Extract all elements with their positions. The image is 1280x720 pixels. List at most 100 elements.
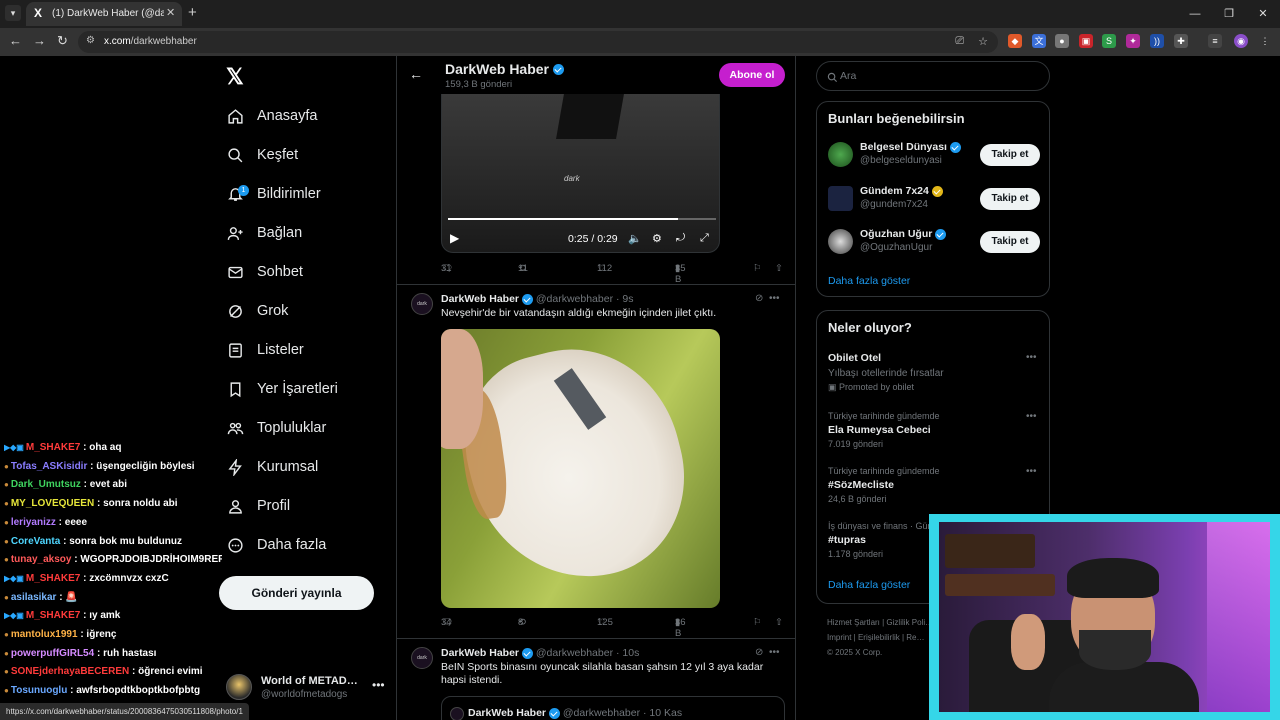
more-dots-icon[interactable]: •••: [769, 293, 780, 304]
site-info-icon[interactable]: ⚙: [86, 35, 95, 46]
video-frame-shape: [556, 94, 624, 139]
nav-messages[interactable]: Sohbet: [226, 258, 303, 286]
fullscreen-icon[interactable]: ⤢: [700, 232, 709, 245]
video-player[interactable]: dark ▶ 0:25 / 0:29 🔈 ⚙ ⤾ ⤢: [441, 94, 720, 253]
avatar[interactable]: dark: [411, 293, 433, 315]
extension-red-icon[interactable]: ▣: [1079, 34, 1093, 48]
chat-text: : iğrenç: [77, 629, 117, 640]
trend-item[interactable]: Türkiye tarihinde gündemde Ela Rumeysa C…: [828, 411, 1040, 449]
account-switcher[interactable]: World of METAD… @worldofmetadogs •••: [226, 668, 386, 708]
chat-username[interactable]: leriyanizz: [11, 517, 56, 528]
chat-username[interactable]: asilasikar: [11, 592, 57, 603]
follow-button[interactable]: Takip et: [980, 144, 1040, 166]
pip-icon[interactable]: ⤾: [676, 232, 685, 245]
install-app-icon[interactable]: ⎚: [955, 35, 964, 48]
follow-button[interactable]: Takip et: [980, 188, 1040, 210]
url-text[interactable]: x.com/darkwebhaber: [104, 36, 197, 47]
nav-notifications[interactable]: 1 Bildirimler: [226, 180, 321, 208]
avatar[interactable]: dark: [411, 647, 433, 669]
x-logo-icon[interactable]: 𝕏: [226, 64, 244, 90]
follow-suggestion[interactable]: Gündem 7x24 @gundem7x24 Takip et: [828, 182, 1040, 218]
follow-suggestion[interactable]: Oğuzhan Uğur @OguzhanUgur Takip et: [828, 225, 1040, 261]
nav-home[interactable]: Anasayfa: [226, 102, 317, 130]
extension-fox-icon[interactable]: ◆: [1008, 34, 1022, 48]
communities-icon: [226, 419, 244, 437]
video-progress-bar[interactable]: [448, 218, 716, 220]
follow-suggestion[interactable]: Belgesel Dünyası @belgeseldunyasi Takip …: [828, 138, 1040, 174]
chat-username[interactable]: MY_LOVEQUEEN: [11, 498, 94, 509]
follow-button[interactable]: Takip et: [980, 231, 1040, 253]
trend-item[interactable]: Obilet Otel Yılbaşı otellerinde fırsatla…: [828, 352, 1040, 393]
profile-icon: [226, 497, 244, 515]
nav-profile[interactable]: Profil: [226, 492, 290, 520]
chat-username[interactable]: CoreVanta: [11, 536, 60, 547]
address-bar[interactable]: ⚙ x.com/darkwebhaber ⎚ ☆: [78, 31, 998, 53]
bookmark-star-icon[interactable]: ☆: [978, 35, 988, 48]
subscribe-button[interactable]: Abone ol: [719, 63, 785, 87]
search-input[interactable]: Ara: [816, 61, 1050, 91]
tab-search-button[interactable]: ▾: [5, 5, 21, 21]
share-icon[interactable]: ⇧: [775, 617, 783, 628]
close-window-button[interactable]: ✕: [1246, 0, 1280, 28]
show-more-link[interactable]: Daha fazla göster: [828, 275, 910, 287]
restore-button[interactable]: ❐: [1212, 0, 1246, 28]
new-tab-button[interactable]: +: [188, 4, 197, 21]
chat-username[interactable]: Tosunuoglu: [11, 685, 67, 696]
extensions-puzzle-icon[interactable]: ✚: [1174, 34, 1188, 48]
chat-username[interactable]: M_SHAKE7: [26, 610, 80, 621]
chat-username[interactable]: powerpuffGIRL54: [11, 648, 94, 659]
share-icon[interactable]: ⇧: [775, 263, 783, 274]
tweet-photo[interactable]: [441, 329, 720, 608]
extension-s-icon[interactable]: S: [1102, 34, 1116, 48]
extension-pink-icon[interactable]: ✦: [1126, 34, 1140, 48]
reload-icon[interactable]: ↻: [57, 33, 68, 49]
play-icon[interactable]: ▶: [450, 231, 459, 245]
browser-tab[interactable]: X (1) DarkWeb Haber (@darkweb… ✕: [26, 2, 182, 26]
extension-audio-icon[interactable]: )): [1150, 34, 1164, 48]
nav-lists[interactable]: Listeler: [226, 336, 304, 364]
browser-menu-icon[interactable]: ⋮: [1258, 34, 1272, 48]
nav-business[interactable]: Kurumsal: [226, 453, 318, 481]
grok-icon[interactable]: ⊘: [755, 293, 763, 304]
more-dots-icon[interactable]: •••: [1026, 352, 1037, 363]
nav-communities[interactable]: Topluluklar: [226, 414, 326, 442]
back-arrow-icon[interactable]: ←: [409, 66, 423, 82]
bookmark-button[interactable]: ⚐: [753, 263, 762, 274]
extension-circle-icon[interactable]: ●: [1055, 34, 1069, 48]
chat-username[interactable]: Tofas_ASKisidir: [11, 461, 88, 472]
more-dots-icon[interactable]: •••: [372, 678, 385, 692]
verified-badge-icon: [548, 707, 560, 719]
trend-item[interactable]: Türkiye tarihinde gündemde #SözMecliste …: [828, 466, 1040, 504]
grok-icon[interactable]: ⊘: [755, 647, 763, 658]
post-button[interactable]: Gönderi yayınla: [219, 576, 374, 610]
who-to-follow-title: Bunları beğenebilirsin: [828, 111, 965, 126]
nav-more[interactable]: Daha fazla: [226, 531, 326, 559]
search-placeholder: Ara: [840, 70, 857, 82]
nav-explore[interactable]: Keşfet: [226, 141, 298, 169]
quoted-tweet[interactable]: DarkWeb Haber @darkwebhaber · 10 Kas: [441, 696, 785, 720]
chat-username[interactable]: Dark_Umutsuz: [11, 479, 81, 490]
back-arrow-icon[interactable]: ←: [9, 33, 22, 48]
nav-connect[interactable]: Bağlan: [226, 219, 302, 247]
nav-grok[interactable]: Grok: [226, 297, 288, 325]
profile-avatar-icon[interactable]: ◉: [1234, 34, 1248, 48]
tab-close-icon[interactable]: ✕: [166, 6, 175, 19]
extension-translate-icon[interactable]: 文: [1032, 34, 1046, 48]
more-dots-icon[interactable]: •••: [769, 647, 780, 658]
chat-username[interactable]: tunay_aksoy: [11, 554, 72, 565]
reading-list-icon[interactable]: ≡: [1208, 34, 1222, 48]
settings-gear-icon[interactable]: ⚙: [652, 232, 662, 245]
suggestion-name: Oğuzhan Uğur: [860, 228, 947, 240]
more-dots-icon[interactable]: •••: [1026, 411, 1037, 422]
chat-username[interactable]: M_SHAKE7: [26, 573, 80, 584]
bookmark-button[interactable]: ⚐: [753, 617, 762, 628]
forward-arrow-icon[interactable]: →: [33, 33, 46, 48]
show-more-link[interactable]: Daha fazla göster: [828, 579, 910, 591]
volume-icon[interactable]: 🔈: [628, 232, 642, 245]
chat-username[interactable]: SONEjderhayaBECEREN: [11, 666, 129, 677]
nav-bookmarks[interactable]: Yer İşaretleri: [226, 375, 338, 403]
chat-username[interactable]: M_SHAKE7: [26, 442, 80, 453]
more-dots-icon[interactable]: •••: [1026, 466, 1037, 477]
minimize-button[interactable]: —: [1178, 0, 1212, 28]
chat-username[interactable]: mantolux1991: [11, 629, 78, 640]
